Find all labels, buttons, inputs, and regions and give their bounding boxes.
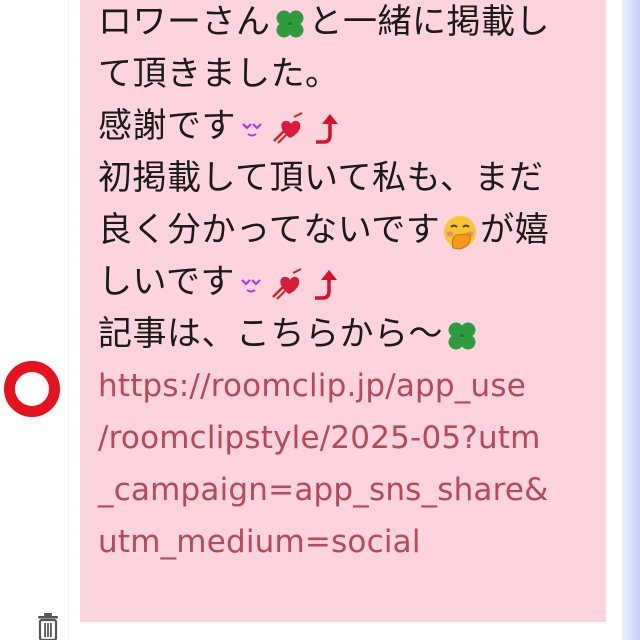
red-circle-mark xyxy=(4,361,60,417)
sparkle-eyes-icon xyxy=(242,122,262,136)
message-bubble: ロワーさん と一緒に掲載し て頂きました。 感謝です 初掲載して頂いて私も、まだ… xyxy=(80,0,606,622)
article-link[interactable]: /roomclipstyle/2025-05?utm xyxy=(98,412,606,464)
article-link[interactable]: _campaign=app_sns_share& xyxy=(98,464,606,516)
heart-with-arrow-icon xyxy=(272,267,302,300)
message-line: 初掲載して頂いて私も、まだ xyxy=(98,152,606,204)
message-text: と一緒に掲載し xyxy=(308,2,550,42)
heart-with-arrow-icon xyxy=(273,111,303,144)
four-leaf-clover-icon xyxy=(448,322,476,349)
message-line: 記事は、こちらから〜 xyxy=(98,308,606,360)
message-text: しいです xyxy=(98,262,235,302)
scroll-edge xyxy=(622,0,640,640)
message-text: 良く分かってないです xyxy=(98,210,441,250)
curved-up-arrow-icon xyxy=(314,269,337,300)
divider xyxy=(68,0,69,640)
message-line: て頂きました。 xyxy=(98,48,606,100)
message-text: 感謝です xyxy=(98,106,236,146)
face-with-hand-over-mouth-icon xyxy=(444,215,477,250)
message-text: が嬉 xyxy=(480,210,550,250)
message-text: 記事は、こちらから〜 xyxy=(98,314,443,354)
four-leaf-clover-icon xyxy=(276,10,303,37)
message-line: 感謝です xyxy=(98,100,606,152)
article-link[interactable]: utm_medium=social xyxy=(98,516,606,568)
message-text: ロワーさん xyxy=(98,2,271,42)
message-line: ロワーさん と一緒に掲載し xyxy=(98,0,606,48)
screen: ロワーさん と一緒に掲載し て頂きました。 感謝です 初掲載して頂いて私も、まだ… xyxy=(0,0,640,640)
curved-up-arrow-icon xyxy=(316,113,338,144)
link-text[interactable]: _campaign=app_sns_share& xyxy=(98,472,549,508)
link-text[interactable]: https://roomclip.jp/app_use xyxy=(98,368,526,404)
message-text: 初掲載して頂いて私も、まだ xyxy=(98,158,544,198)
message-line: 良く分かってないです が嬉 xyxy=(98,204,606,256)
article-link[interactable]: https://roomclip.jp/app_use xyxy=(98,360,606,412)
link-text[interactable]: /roomclipstyle/2025-05?utm xyxy=(98,420,541,456)
trash-icon[interactable] xyxy=(36,612,60,640)
sparkle-eyes-icon xyxy=(241,278,261,292)
message-text: て頂きました。 xyxy=(98,54,340,94)
link-text[interactable]: utm_medium=social xyxy=(98,524,421,560)
message-line: しいです xyxy=(98,256,606,308)
